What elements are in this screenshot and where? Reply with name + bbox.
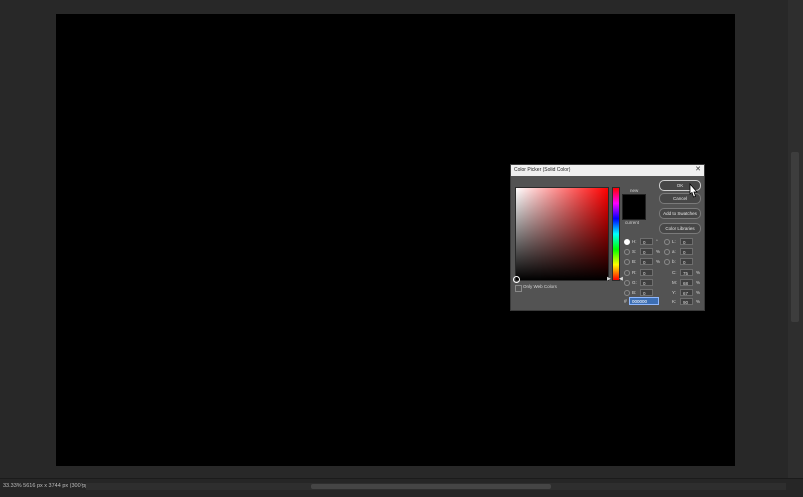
hue-row: H: 0 ° <box>624 238 662 246</box>
lab-a-radio[interactable] <box>664 249 670 255</box>
saturation-brightness-field[interactable] <box>513 187 609 283</box>
black-row: K: 90 % <box>664 298 702 306</box>
status-menu-chevron-icon[interactable]: › <box>81 482 83 488</box>
horizontal-scrollbar-thumb[interactable] <box>311 484 551 489</box>
only-web-colors-label: Only Web Colors <box>523 284 557 289</box>
hue-unit: ° <box>656 239 658 244</box>
blue-input[interactable]: 0 <box>640 289 653 296</box>
lab-b-label: b: <box>672 259 676 264</box>
blue-row: B: 0 <box>624 289 662 297</box>
hue-slider-arrow-right-icon[interactable]: ◀ <box>619 276 623 282</box>
blue-radio[interactable] <box>624 290 630 296</box>
hue-slider-arrow-left-icon[interactable]: ▶ <box>607 276 611 282</box>
document-info: 33.33% 5616 px x 3744 px (300 ppi) <box>3 483 92 489</box>
cyan-unit: % <box>696 270 701 275</box>
saturation-label: S: <box>632 249 637 254</box>
cyan-input[interactable]: 75 <box>680 269 693 276</box>
hue-slider[interactable] <box>612 187 620 281</box>
black-label: K: <box>672 299 677 304</box>
yellow-input[interactable]: 67 <box>680 289 693 296</box>
color-picker-dialog: Color Picker (Solid Color) ✕ ▶ ◀ new cur… <box>510 164 705 311</box>
yellow-label: Y: <box>672 290 677 295</box>
hex-label: # <box>624 299 627 305</box>
only-web-colors-checkbox[interactable] <box>515 285 522 292</box>
magenta-label: M: <box>672 280 677 285</box>
lab-b-row: b: 0 <box>664 258 700 266</box>
brightness-label: B: <box>632 259 637 264</box>
status-bar: 33.33% 5616 px x 3744 px (300 ppi) › <box>0 478 803 497</box>
saturation-unit: % <box>656 249 661 254</box>
hex-input[interactable]: 000000 <box>629 297 659 305</box>
cyan-row: C: 75 % <box>664 269 702 277</box>
lightness-row: L: 0 <box>664 238 700 246</box>
brightness-unit: % <box>656 259 661 264</box>
magenta-input[interactable]: 68 <box>680 279 693 286</box>
lightness-input[interactable]: 0 <box>680 238 693 245</box>
saturation-radio[interactable] <box>624 249 630 255</box>
lab-b-radio[interactable] <box>664 259 670 265</box>
hue-radio[interactable] <box>624 239 630 245</box>
lab-a-row: a: 0 <box>664 248 700 256</box>
horizontal-scrollbar[interactable] <box>86 483 786 490</box>
saturation-input[interactable]: 0 <box>640 248 653 255</box>
lab-a-label: a: <box>672 249 676 254</box>
red-radio[interactable] <box>624 270 630 276</box>
blue-label: B: <box>632 290 637 295</box>
yellow-unit: % <box>696 290 701 295</box>
current-color-label: current <box>625 220 640 225</box>
black-unit: % <box>696 299 701 304</box>
red-label: R: <box>632 270 637 275</box>
color-field-marker[interactable] <box>513 276 520 283</box>
red-row: R: 0 <box>624 269 662 277</box>
green-label: G: <box>632 280 637 285</box>
dialog-title: Color Picker (Solid Color) <box>514 167 571 173</box>
magenta-unit: % <box>696 280 701 285</box>
brightness-radio[interactable] <box>624 259 630 265</box>
cyan-label: C: <box>672 270 677 275</box>
brightness-row: B: 0 % <box>624 258 662 266</box>
hue-label: H: <box>632 239 637 244</box>
saturation-row: S: 0 % <box>624 248 662 256</box>
color-preview-swatch <box>622 194 646 220</box>
green-row: G: 0 <box>624 279 662 287</box>
lab-a-input[interactable]: 0 <box>680 248 693 255</box>
color-libraries-button[interactable]: Color Libraries <box>659 223 701 234</box>
vertical-scrollbar[interactable] <box>788 0 803 478</box>
lightness-radio[interactable] <box>664 239 670 245</box>
mouse-pointer-icon <box>689 183 698 198</box>
dialog-titlebar[interactable]: Color Picker (Solid Color) ✕ <box>511 165 704 176</box>
lightness-label: L: <box>672 239 676 244</box>
brightness-input[interactable]: 0 <box>640 258 653 265</box>
lab-b-input[interactable]: 0 <box>680 258 693 265</box>
new-color-label: new <box>630 188 639 193</box>
close-icon[interactable]: ✕ <box>695 166 701 174</box>
green-input[interactable]: 0 <box>640 279 653 286</box>
hue-input[interactable]: 0 <box>640 238 653 245</box>
red-input[interactable]: 0 <box>640 269 653 276</box>
magenta-row: M: 68 % <box>664 279 702 287</box>
add-to-swatches-button[interactable]: Add to Swatches <box>659 208 701 219</box>
yellow-row: Y: 67 % <box>664 289 702 297</box>
vertical-scrollbar-thumb[interactable] <box>791 152 799 322</box>
green-radio[interactable] <box>624 280 630 286</box>
black-input[interactable]: 90 <box>680 298 693 305</box>
